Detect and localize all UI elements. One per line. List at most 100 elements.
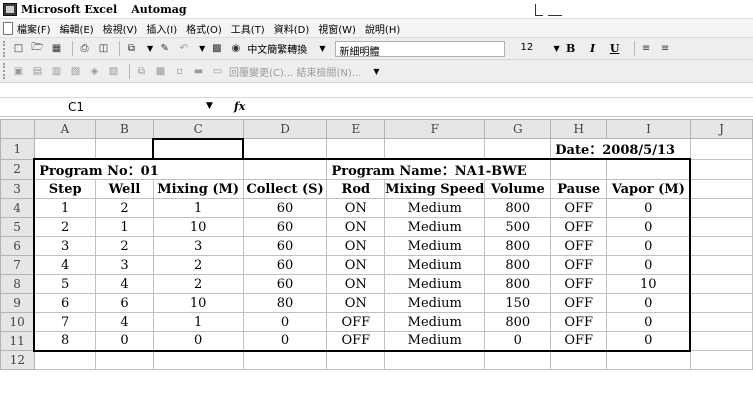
selected-cell[interactable] <box>152 137 245 160</box>
cell[interactable] <box>95 138 154 160</box>
data-cell[interactable]: OFF <box>326 331 386 352</box>
menu-insert[interactable]: 插入(I) <box>146 21 177 36</box>
cell[interactable] <box>242 158 328 180</box>
excel-app-icon[interactable] <box>3 2 17 16</box>
data-cell[interactable]: 60 <box>242 255 328 275</box>
column-header[interactable]: B <box>95 119 154 139</box>
cell[interactable] <box>484 350 552 370</box>
data-cell[interactable]: 0 <box>606 312 692 332</box>
cell[interactable] <box>606 350 691 370</box>
menu-help[interactable]: 說明(H) <box>365 21 400 36</box>
data-cell[interactable]: 800 <box>484 274 552 294</box>
protect-icon[interactable]: ▫ <box>172 64 187 79</box>
row-header[interactable]: 4 <box>0 198 35 218</box>
cell[interactable] <box>689 331 753 351</box>
track-changes-icon[interactable]: ⧉ <box>134 64 149 79</box>
data-cell[interactable]: 6 <box>33 293 97 313</box>
cell[interactable] <box>326 350 386 370</box>
data-cell[interactable]: 2 <box>152 274 244 294</box>
cell[interactable] <box>242 350 328 370</box>
menu-format[interactable]: 格式(O) <box>186 21 222 36</box>
italic-button[interactable]: I <box>586 42 600 55</box>
data-cell[interactable]: 5 <box>33 274 97 294</box>
prev-comment-icon[interactable]: ▤ <box>30 64 45 79</box>
row-header[interactable]: 3 <box>0 179 35 199</box>
row-header[interactable]: 2 <box>0 158 35 180</box>
cell[interactable] <box>689 198 753 218</box>
align-left-icon[interactable]: ≡ <box>639 41 654 56</box>
data-cell[interactable]: OFF <box>326 312 386 332</box>
header-cell-vapor[interactable]: Vapor (M) <box>606 179 692 199</box>
menu-tools[interactable]: 工具(T) <box>231 21 265 36</box>
data-cell[interactable]: 8 <box>33 331 97 352</box>
data-cell[interactable]: 1 <box>152 312 244 332</box>
cell[interactable] <box>689 138 753 160</box>
data-cell[interactable]: OFF <box>550 255 608 275</box>
row-header[interactable]: 11 <box>0 331 35 351</box>
cell[interactable] <box>550 350 608 370</box>
data-cell[interactable]: OFF <box>550 331 608 352</box>
row-header[interactable]: 10 <box>0 312 35 332</box>
data-cell[interactable]: Medium <box>384 255 486 275</box>
menu-window[interactable]: 視窗(W) <box>318 21 356 36</box>
cell[interactable] <box>689 293 753 313</box>
data-cell[interactable]: OFF <box>550 312 608 332</box>
header-cell-volume[interactable]: Volume <box>484 179 552 199</box>
row-header[interactable]: 9 <box>0 293 35 313</box>
chevron-down-icon[interactable]: ▼ <box>319 44 325 53</box>
data-cell[interactable]: 800 <box>484 255 552 275</box>
show-all-comments-icon[interactable]: ◈ <box>87 64 102 79</box>
font-name-select[interactable]: 新細明體 <box>335 40 506 57</box>
data-cell[interactable]: 4 <box>33 255 97 275</box>
cell[interactable] <box>689 217 753 237</box>
header-cell-step[interactable]: Step <box>33 179 97 199</box>
data-cell[interactable]: 0 <box>606 255 692 275</box>
data-cell[interactable]: 500 <box>484 217 552 237</box>
data-cell[interactable]: Medium <box>384 293 486 313</box>
cell[interactable] <box>550 158 608 180</box>
data-cell[interactable]: Medium <box>384 236 486 256</box>
data-cell[interactable]: 2 <box>152 255 244 275</box>
header-cell-rod[interactable]: Rod <box>326 179 386 199</box>
minimize-icon[interactable] <box>548 15 562 16</box>
row-header[interactable]: 6 <box>0 236 35 256</box>
cell[interactable] <box>689 274 753 294</box>
data-cell[interactable]: 0 <box>152 331 244 352</box>
formula-input[interactable] <box>252 99 747 116</box>
translate-icon[interactable]: ◉ <box>228 41 243 56</box>
header-cell-mixing-speed[interactable]: Mixing Speed <box>384 179 486 199</box>
program-name-label[interactable]: Program Name：NA1-BWE <box>326 158 552 180</box>
data-cell[interactable]: 3 <box>95 255 154 275</box>
data-cell[interactable]: 2 <box>33 217 97 237</box>
cell[interactable] <box>152 350 244 370</box>
cell[interactable] <box>689 179 753 199</box>
reply-icon[interactable]: ▭ <box>210 64 225 79</box>
print-preview-icon[interactable]: ◫ <box>96 41 111 56</box>
date-label[interactable]: Date：2008/5/13 <box>550 138 691 160</box>
header-cell-mixing[interactable]: Mixing (M) <box>152 179 244 199</box>
data-cell[interactable]: OFF <box>550 293 608 313</box>
data-cell[interactable]: 10 <box>152 217 244 237</box>
column-header[interactable]: E <box>326 119 386 139</box>
data-cell[interactable]: 2 <box>95 198 154 218</box>
cell[interactable] <box>242 138 328 160</box>
cell[interactable] <box>384 350 486 370</box>
data-cell[interactable]: 60 <box>242 217 328 237</box>
data-cell[interactable]: 60 <box>242 198 328 218</box>
column-header[interactable]: A <box>33 119 97 139</box>
data-cell[interactable]: ON <box>326 198 386 218</box>
data-cell[interactable]: ON <box>326 217 386 237</box>
undo-icon[interactable]: ↶ <box>176 41 191 56</box>
data-cell[interactable]: ON <box>326 236 386 256</box>
cell[interactable] <box>95 350 154 370</box>
data-cell[interactable]: 60 <box>242 274 328 294</box>
menu-view[interactable]: 檢視(V) <box>103 21 138 36</box>
menu-data[interactable]: 資料(D) <box>274 21 310 36</box>
font-size-select[interactable]: 12 <box>517 41 549 57</box>
column-header[interactable]: H <box>550 119 608 139</box>
cell[interactable] <box>689 255 753 275</box>
data-cell[interactable]: 0 <box>606 331 692 352</box>
data-cell[interactable]: Medium <box>384 331 486 352</box>
data-cell[interactable]: ON <box>326 293 386 313</box>
show-comment-icon[interactable]: ▧ <box>68 64 83 79</box>
